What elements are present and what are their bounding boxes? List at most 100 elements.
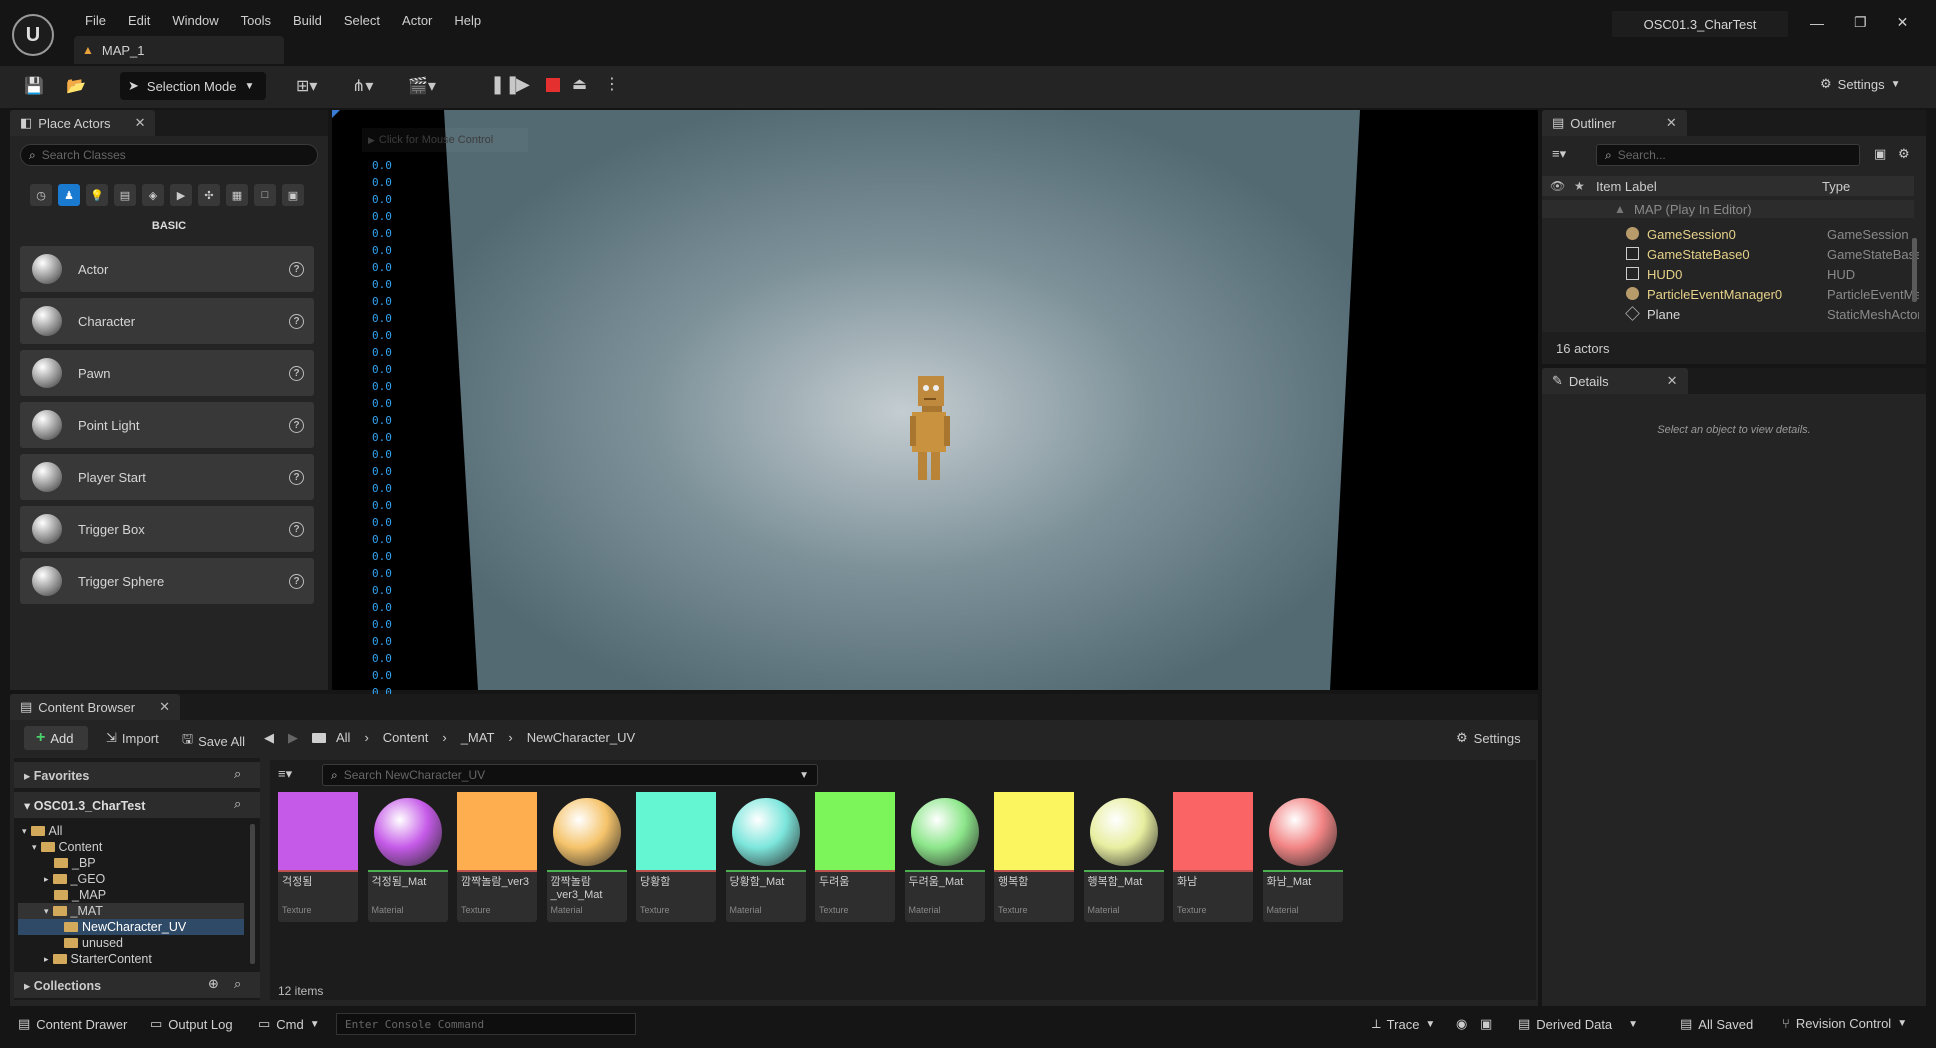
asset-tile[interactable]: 당황함 Texture	[636, 792, 716, 922]
actor-item-point-light[interactable]: Point Light ?	[20, 402, 314, 448]
help-icon[interactable]: ?	[289, 365, 304, 381]
actor-item-player-start[interactable]: Player Start ?	[20, 454, 314, 500]
menu-actor[interactable]: Actor	[391, 13, 443, 28]
add-button[interactable]: + Add	[24, 726, 88, 750]
outliner-search-input[interactable]: ⌕ Search...	[1596, 144, 1860, 166]
item-label-header[interactable]: Item Label	[1596, 179, 1657, 194]
unreal-logo-icon[interactable]: U	[12, 14, 54, 56]
import-button[interactable]: ⇲ Import	[106, 730, 159, 746]
details-tab[interactable]: ✎ Details ✕	[1542, 368, 1688, 394]
tree-all[interactable]: ▾ All	[22, 824, 62, 838]
outliner-row[interactable]: HUD0 HUD	[1542, 267, 1926, 287]
outliner-row[interactable]: GameStateBase0 GameStateBase	[1542, 247, 1926, 267]
asset-tile[interactable]: 걱정됨_Mat Material	[367, 792, 448, 922]
tree-map[interactable]: _MAP	[54, 888, 106, 902]
star-icon[interactable]: ★	[1574, 179, 1585, 193]
stop-icon[interactable]	[546, 78, 560, 92]
close-icon[interactable]: ✕	[1666, 115, 1677, 131]
filter-icon[interactable]: ≡▾	[1552, 146, 1566, 162]
asset-tile[interactable]: 깜짝놀람_ver3 Texture	[457, 792, 537, 922]
tree-geo[interactable]: ▸ _GEO	[44, 872, 105, 886]
place-actors-tab[interactable]: ◧ Place Actors ✕	[10, 110, 156, 136]
breadcrumb-item[interactable]: _MAT	[461, 730, 495, 745]
content-browser-tab[interactable]: ▤ Content Browser ✕	[10, 694, 181, 720]
all-saved-button[interactable]: ▤ All Saved	[1680, 1016, 1753, 1032]
cinematics-icon[interactable]: 🎬▾	[408, 76, 436, 96]
asset-tile[interactable]: 깜짝놀람_ver3_Mat Material	[546, 792, 627, 922]
breadcrumb-item[interactable]: Content	[383, 730, 429, 745]
browse-icon[interactable]: 📂	[66, 76, 86, 96]
help-icon[interactable]: ?	[289, 261, 304, 277]
lights-icon[interactable]: 💡	[86, 184, 108, 206]
record-icon[interactable]: ◉	[1456, 1016, 1467, 1032]
basic-icon[interactable]: ♟	[58, 184, 80, 206]
asset-tile[interactable]: 당황함_Mat Material	[725, 792, 806, 922]
actor-item-actor[interactable]: Actor ?	[20, 246, 314, 292]
save-icon[interactable]: 💾	[24, 76, 44, 96]
search-classes-input[interactable]: ⌕ Search Classes	[20, 144, 318, 166]
content-drawer-button[interactable]: ▤ Content Drawer	[18, 1016, 127, 1032]
add-folder-icon[interactable]: ▣	[1874, 146, 1886, 162]
close-icon[interactable]: ✕	[159, 699, 170, 715]
asset-tile[interactable]: 화남_Mat Material	[1262, 792, 1343, 922]
asset-tile[interactable]: 행복함 Texture	[994, 792, 1074, 922]
tree-scrollbar[interactable]	[250, 824, 255, 964]
tree-unused[interactable]: unused	[64, 936, 123, 950]
type-header[interactable]: Type	[1822, 179, 1850, 194]
add-collection-icon[interactable]: ⊕	[208, 976, 219, 992]
asset-tile[interactable]: 걱정됨 Texture	[278, 792, 358, 922]
asset-tile[interactable]: 두려움_Mat Material	[904, 792, 985, 922]
asset-tile[interactable]: 두려움 Texture	[815, 792, 895, 922]
mouse-control-hint[interactable]: ▶ Click for Mouse Control	[362, 128, 528, 152]
selection-mode-dropdown[interactable]: ➤ Selection Mode ▼	[120, 72, 266, 100]
all-classes-icon[interactable]: ▦	[226, 184, 248, 206]
help-icon[interactable]: ?	[289, 417, 304, 433]
outliner-row[interactable]: GameSession0 GameSession	[1542, 227, 1926, 247]
search-icon[interactable]: ⌕	[234, 796, 241, 812]
cmd-dropdown[interactable]: ▭ Cmd ▼	[258, 1016, 320, 1032]
menu-build[interactable]: Build	[282, 13, 333, 28]
tree-content[interactable]: ▾ Content	[32, 840, 102, 854]
close-icon[interactable]: ✕	[135, 115, 146, 131]
search-icon[interactable]: ⌕	[234, 976, 241, 992]
restore-icon[interactable]: ❐	[1854, 14, 1867, 31]
help-icon[interactable]: ?	[289, 313, 304, 329]
tree-bp[interactable]: _BP	[54, 856, 96, 870]
derived-data-button[interactable]: ▤ Derived Data ▼	[1518, 1016, 1638, 1032]
actor-item-pawn[interactable]: Pawn ?	[20, 350, 314, 396]
cb-settings-button[interactable]: ⚙ Settings	[1456, 730, 1521, 746]
menu-edit[interactable]: Edit	[117, 13, 161, 28]
menu-select[interactable]: Select	[333, 13, 391, 28]
level-tab[interactable]: ▲ MAP_1	[74, 36, 284, 64]
help-icon[interactable]: ?	[289, 521, 304, 537]
forward-icon[interactable]: ▶	[288, 730, 298, 746]
breadcrumb-item[interactable]: NewCharacter_UV	[527, 730, 635, 745]
outliner-scrollbar[interactable]	[1912, 238, 1917, 302]
asset-tile[interactable]: 행복함_Mat Material	[1083, 792, 1164, 922]
trace-button[interactable]: ⟂ Trace ▼	[1372, 1016, 1435, 1032]
save-all-button[interactable]: 🖫 Save All	[182, 730, 245, 752]
geometry-icon[interactable]: ▶	[170, 184, 192, 206]
menu-file[interactable]: File	[74, 13, 117, 28]
menu-window[interactable]: Window	[161, 13, 229, 28]
screenshot-icon[interactable]: ▣	[1480, 1016, 1492, 1032]
help-icon[interactable]: ?	[289, 573, 304, 589]
console-input[interactable]: Enter Console Command	[336, 1013, 636, 1035]
tree-mat[interactable]: ▾ _MAT	[44, 904, 103, 918]
actor-item-character[interactable]: Character ?	[20, 298, 314, 344]
gear-icon[interactable]: ⚙	[1898, 146, 1910, 162]
asset-tile[interactable]: 화남 Texture	[1173, 792, 1253, 922]
actor-item-trigger-box[interactable]: Trigger Box ?	[20, 506, 314, 552]
search-icon[interactable]: ⌕	[234, 766, 241, 782]
tree-startercontent[interactable]: ▸ StarterContent	[44, 952, 152, 966]
output-log-button[interactable]: ▭ Output Log	[150, 1016, 233, 1032]
outliner-row[interactable]: Plane StaticMeshActor	[1542, 306, 1926, 327]
cinematic-icon[interactable]: ▤	[114, 184, 136, 206]
outliner-tab[interactable]: ▤ Outliner ✕	[1542, 110, 1687, 136]
breadcrumb-item[interactable]: All	[336, 730, 350, 745]
visibility-icon[interactable]: 👁	[1550, 179, 1565, 193]
menu-help[interactable]: Help	[443, 13, 492, 28]
recent-icon[interactable]: ◷	[30, 184, 52, 206]
close-icon[interactable]: ✕	[1897, 14, 1909, 31]
settings-button[interactable]: ⚙ Settings ▼	[1820, 76, 1901, 92]
